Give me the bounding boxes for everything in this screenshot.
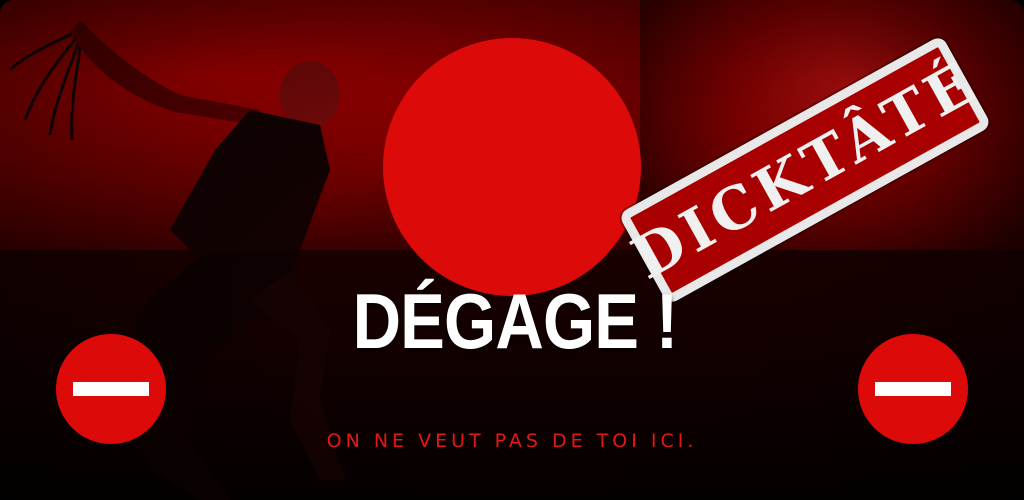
no-entry-bar <box>73 382 149 396</box>
banner-subtitle: ON NE VEUT PAS DE TOI ICI. <box>326 430 698 452</box>
no-entry-icon <box>56 334 166 444</box>
banner: DICKTÂTÉ DÉGAGE ! ON NE VEUT PAS DE TOI … <box>0 0 1024 500</box>
no-entry-icon <box>858 334 968 444</box>
red-circle-shape <box>383 38 641 296</box>
banner-title: DÉGAGE ! <box>352 277 679 365</box>
no-entry-bar <box>875 382 951 396</box>
